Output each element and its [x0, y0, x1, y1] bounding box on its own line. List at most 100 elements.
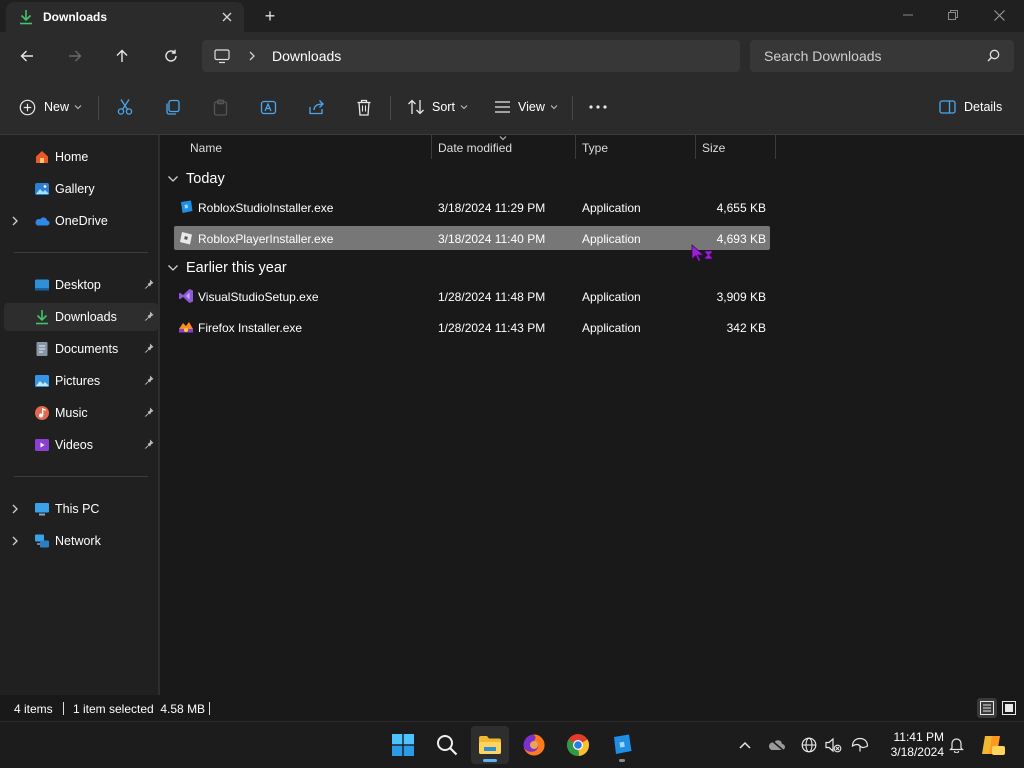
new-button[interactable]: New [19, 94, 82, 120]
refresh-icon [165, 49, 177, 62]
item-count: 4 items [14, 702, 53, 716]
sidebar-item-label: Pictures [55, 374, 101, 388]
taskbar-file-explorer[interactable] [471, 726, 509, 764]
back-button[interactable] [15, 44, 39, 68]
chrome-icon [566, 734, 590, 757]
file-row[interactable]: Firefox Installer.exe 1/28/2024 11:43 PM… [174, 315, 770, 339]
navigation-pane: Home Gallery OneDrive Desktop Downloads … [0, 135, 158, 695]
file-row[interactable]: VisualStudioSetup.exe 1/28/2024 11:48 PM… [174, 284, 770, 308]
pin-icon [144, 311, 154, 321]
firefox-icon [523, 734, 545, 756]
sidebar-item-videos[interactable]: Videos [4, 431, 158, 459]
onedrive-icon [35, 217, 50, 226]
more-options-button[interactable] [589, 94, 607, 120]
clock-time: 11:41 PM [893, 730, 944, 744]
sidebar-item-pictures[interactable]: Pictures [4, 367, 158, 395]
tiles-view-toggle[interactable] [999, 698, 1019, 718]
videos-icon [35, 439, 49, 451]
restore-button[interactable] [930, 0, 976, 30]
close-window-button[interactable] [976, 0, 1022, 30]
forward-button[interactable] [63, 44, 87, 68]
chevron-right-icon[interactable] [11, 216, 19, 226]
share-button[interactable] [308, 94, 326, 120]
chevron-down-icon [168, 265, 178, 271]
refresh-button[interactable] [159, 44, 183, 68]
roblox-studio-icon [181, 200, 193, 213]
details-pane-button[interactable]: Details [939, 94, 1002, 120]
taskbar-chrome[interactable] [559, 726, 597, 764]
details-pane-icon [939, 100, 956, 114]
copilot-button[interactable] [978, 735, 1008, 755]
breadcrumb-downloads[interactable]: Downloads [272, 48, 341, 64]
sidebar-item-label: Desktop [55, 278, 101, 292]
chevron-down-icon [550, 105, 558, 110]
group-header-today[interactable]: Today [166, 168, 225, 190]
busy-cursor-icon [691, 244, 713, 263]
minimize-button[interactable] [885, 0, 931, 30]
chevron-right-icon[interactable] [11, 504, 19, 514]
show-hidden-icons-button[interactable] [735, 735, 755, 755]
file-list: Name Date modified Type Size Today Roblo… [160, 135, 1024, 695]
sidebar-item-music[interactable]: Music [4, 399, 158, 427]
sidebar-item-onedrive[interactable]: OneDrive [4, 207, 158, 235]
new-tab-button[interactable]: + [260, 6, 280, 26]
active-app-indicator [483, 759, 497, 762]
sidebar-item-downloads[interactable]: Downloads [4, 303, 158, 331]
sidebar-item-documents[interactable]: Documents [4, 335, 158, 363]
running-app-indicator [619, 759, 625, 762]
delete-button[interactable] [356, 94, 372, 120]
chevron-right-icon[interactable] [11, 536, 19, 546]
column-divider[interactable] [695, 135, 696, 159]
file-row[interactable]: RobloxStudioInstaller.exe 3/18/2024 11:2… [174, 195, 770, 219]
sidebar-item-this-pc[interactable]: This PC [4, 495, 158, 523]
file-row-selected[interactable]: RobloxPlayerInstaller.exe 3/18/2024 11:4… [174, 226, 770, 250]
tab-downloads[interactable]: Downloads [6, 2, 244, 32]
taskbar-roblox-studio[interactable] [603, 726, 641, 764]
tray-volume[interactable] [823, 735, 843, 755]
sidebar-item-gallery[interactable]: Gallery [4, 175, 158, 203]
sidebar-item-home[interactable]: Home [4, 143, 158, 171]
start-button[interactable] [384, 726, 422, 764]
search-box[interactable] [750, 40, 1014, 72]
chevron-down-icon [74, 105, 82, 110]
paste-button[interactable] [212, 94, 229, 120]
toolbar-divider [98, 96, 99, 120]
copy-button[interactable] [164, 94, 181, 120]
file-date: 3/18/2024 11:40 PM [438, 232, 546, 246]
rename-button[interactable] [260, 94, 278, 120]
chevron-right-icon [249, 51, 255, 61]
tab-title: Downloads [43, 10, 108, 24]
sidebar-item-desktop[interactable]: Desktop [4, 271, 158, 299]
sidebar-item-network[interactable]: Network [4, 527, 158, 555]
details-view-toggle[interactable] [977, 698, 997, 718]
column-label: Name [190, 141, 223, 155]
column-header-date-modified[interactable]: Date modified [438, 135, 574, 161]
column-header-type[interactable]: Type [582, 135, 694, 161]
column-header-name[interactable]: Name [190, 135, 430, 161]
notifications-button[interactable] [946, 735, 966, 755]
close-tab-button[interactable] [218, 8, 236, 26]
taskbar-firefox[interactable] [515, 726, 553, 764]
column-header-size[interactable]: Size [702, 135, 772, 161]
cloud-offline-icon [768, 738, 785, 752]
up-button[interactable] [110, 44, 134, 68]
search-input[interactable] [764, 48, 984, 64]
column-divider[interactable] [431, 135, 432, 159]
group-header-earlier-this-year[interactable]: Earlier this year [166, 257, 287, 279]
new-label: New [44, 100, 70, 114]
cut-button[interactable] [116, 94, 134, 120]
file-date: 1/28/2024 11:43 PM [438, 321, 546, 335]
address-bar[interactable]: Downloads [202, 40, 740, 72]
tray-battery[interactable] [850, 735, 870, 755]
column-divider[interactable] [775, 135, 776, 159]
arrow-right-icon [69, 50, 82, 62]
view-button[interactable]: View [494, 94, 558, 120]
group-label: Earlier this year [186, 260, 287, 276]
system-clock[interactable]: 11:41 PM 3/18/2024 [876, 730, 944, 760]
sort-button[interactable]: Sort [407, 94, 468, 120]
tray-network[interactable] [799, 735, 819, 755]
tray-onedrive[interactable] [767, 735, 787, 755]
download-icon [36, 310, 48, 325]
column-divider[interactable] [575, 135, 576, 159]
taskbar-search-button[interactable] [428, 726, 466, 764]
